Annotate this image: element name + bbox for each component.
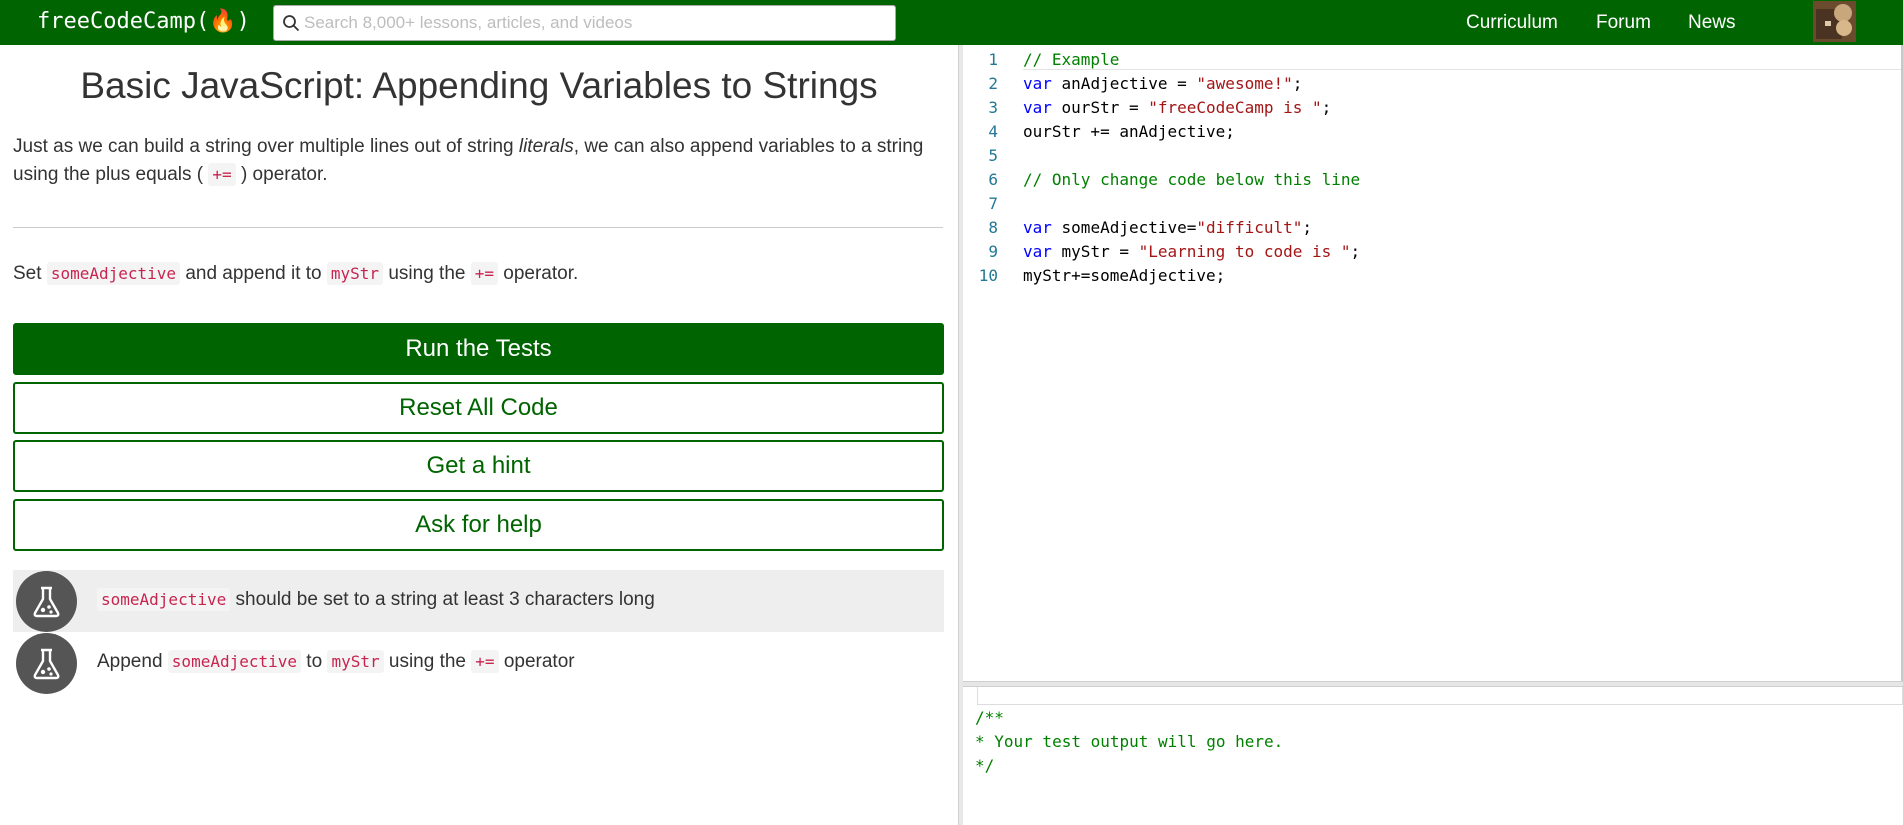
code-line[interactable]: 6 // Only change code below this line — [963, 168, 1893, 192]
output-header-bar — [977, 687, 1903, 705]
challenge-pane: Basic JavaScript: Appending Variables to… — [0, 45, 958, 825]
challenge-description: Just as we can build a string over multi… — [13, 133, 943, 189]
nav-link-forum[interactable]: Forum — [1596, 10, 1651, 36]
output-line: */ — [975, 756, 995, 775]
line-number: 10 — [978, 266, 998, 285]
get-hint-button[interactable]: Get a hint — [13, 440, 944, 492]
desc-literals-emphasis: literals — [518, 136, 574, 157]
test-label: Append — [97, 651, 168, 672]
test-item: someAdjective should be set to a string … — [13, 570, 944, 632]
code-line[interactable]: 7 — [963, 192, 1893, 216]
code-text: // Example — [1023, 48, 1119, 72]
test-text: someAdjective should be set to a string … — [97, 586, 655, 614]
code-token: "Learning to code is " — [1138, 242, 1351, 261]
instr-code: += — [470, 262, 498, 285]
instr-code: someAdjective — [46, 262, 181, 285]
desc-text: ) operator. — [235, 164, 328, 185]
code-token: var — [1023, 98, 1052, 117]
code-text: var myStr = "Learning to code is "; — [1023, 240, 1360, 264]
nav-link-news[interactable]: News — [1688, 10, 1736, 36]
code-token: anAdjective = — [1051, 74, 1197, 93]
code-line[interactable]: 9 var myStr = "Learning to code is "; — [963, 240, 1893, 264]
test-item: Append someAdjective to myStr using the … — [13, 632, 944, 694]
test-output-panel: /** * Your test output will go here. */ — [963, 687, 1903, 825]
code-text: myStr+=someAdjective; — [1023, 264, 1225, 288]
test-code: someAdjective — [97, 588, 231, 611]
desc-operator-code: += — [208, 163, 236, 186]
code-line[interactable]: 4 ourStr += anAdjective; — [963, 120, 1893, 144]
test-label: operator — [498, 651, 575, 672]
code-token: myStr = — [1051, 242, 1139, 261]
divider — [13, 227, 943, 228]
code-token: "difficult" — [1196, 218, 1303, 237]
output-line: * Your test output will go here. — [975, 732, 1284, 751]
instr-text: and append it to — [180, 263, 327, 284]
ask-help-button[interactable]: Ask for help — [13, 499, 944, 551]
test-text: Append someAdjective to myStr using the … — [97, 648, 575, 676]
code-text: var anAdjective = "awesome!"; — [1023, 72, 1302, 96]
line-number: 2 — [988, 74, 998, 93]
code-token: var — [1023, 242, 1052, 261]
code-token: var — [1023, 74, 1052, 93]
code-token: ourStr += anAdjective; — [1023, 122, 1235, 141]
line-number: 5 — [988, 146, 998, 165]
code-token: ; — [1302, 218, 1313, 237]
code-token: // Example — [1023, 50, 1120, 69]
instr-text: operator. — [498, 263, 579, 284]
user-avatar[interactable] — [1813, 1, 1856, 42]
code-token: var — [1023, 218, 1052, 237]
code-token: "freeCodeCamp is " — [1148, 98, 1322, 117]
code-text: var someAdjective="difficult"; — [1023, 216, 1312, 240]
line-number: 7 — [988, 194, 998, 213]
code-token: myStr+=someAdjective; — [1023, 266, 1226, 285]
code-token: ourStr = — [1051, 98, 1149, 117]
code-token: ; — [1292, 74, 1303, 93]
code-text: ourStr += anAdjective; — [1023, 120, 1235, 144]
code-editor[interactable]: 1 // Example 2 var anAdjective = "awesome!"… — [963, 45, 1903, 681]
avatar-image — [1813, 1, 1856, 42]
top-navbar: freeCodeCamp(🔥) Curriculum Forum News — [0, 0, 1903, 45]
search-input[interactable] — [304, 6, 884, 40]
test-label: using the — [383, 651, 472, 672]
code-token: someAdjective= — [1051, 218, 1197, 237]
test-code: += — [471, 650, 499, 673]
code-token: "awesome!" — [1196, 74, 1293, 93]
search-bar[interactable] — [273, 5, 896, 41]
line-number: 4 — [988, 122, 998, 141]
code-line[interactable]: 3 var ourStr = "freeCodeCamp is "; — [963, 96, 1893, 120]
challenge-title: Basic JavaScript: Appending Variables to… — [80, 65, 878, 106]
code-line[interactable]: 1 // Example — [963, 48, 1893, 72]
code-token: // Only change code below this line — [1023, 170, 1361, 189]
line-number: 1 — [988, 50, 998, 69]
freecodecamp-logo[interactable]: freeCodeCamp(🔥) — [37, 6, 250, 38]
line-number: 8 — [988, 218, 998, 237]
line-number: 3 — [988, 98, 998, 117]
code-text: // Only change code below this line — [1023, 168, 1360, 192]
code-line[interactable]: 8 var someAdjective="difficult"; — [963, 216, 1893, 240]
code-line[interactable]: 2 var anAdjective = "awesome!"; — [963, 72, 1893, 96]
code-token: ; — [1350, 242, 1361, 261]
instr-text: using the — [383, 263, 471, 284]
code-line[interactable]: 5 — [963, 144, 1893, 168]
challenge-instructions: Set someAdjective and append it to myStr… — [13, 260, 943, 288]
flask-icon — [16, 571, 77, 632]
instr-code: myStr — [326, 262, 384, 285]
code-text: var ourStr = "freeCodeCamp is "; — [1023, 96, 1331, 120]
desc-text: Just as we can build a string over multi… — [13, 136, 519, 157]
nav-link-curriculum[interactable]: Curriculum — [1466, 10, 1558, 36]
instr-text: Set — [13, 263, 47, 284]
code-line[interactable]: 10 myStr+=someAdjective; — [963, 264, 1893, 288]
test-label: should be set to a string at least 3 cha… — [230, 589, 655, 610]
flask-icon — [16, 633, 77, 694]
line-number: 9 — [988, 242, 998, 261]
test-label: to — [301, 651, 328, 672]
line-number: 6 — [988, 170, 998, 189]
search-icon — [283, 15, 300, 32]
test-code: someAdjective — [167, 650, 302, 673]
test-code: myStr — [327, 650, 384, 673]
reset-code-button[interactable]: Reset All Code — [13, 382, 944, 434]
run-tests-button[interactable]: Run the Tests — [13, 323, 944, 375]
code-token: ; — [1321, 98, 1332, 117]
output-line: /** — [975, 708, 1004, 727]
